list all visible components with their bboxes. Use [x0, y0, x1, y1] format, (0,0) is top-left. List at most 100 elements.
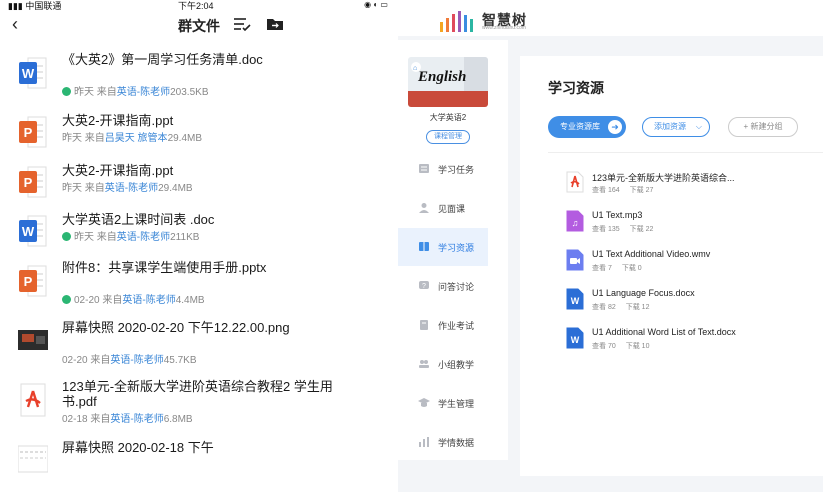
sidebar-item[interactable]: 学习任务 — [398, 150, 488, 188]
file-size: 29.4MB — [158, 183, 193, 194]
downloaded-check-icon — [62, 295, 71, 304]
file-source[interactable]: 吕昊天 旅管本 — [105, 133, 168, 144]
svg-text:P: P — [24, 175, 33, 190]
sidebar: English ⌂ 大学英语2 课程管理 学习任务 见面课 学习资源? 问答讨论 作业考… — [398, 40, 508, 460]
svg-text:W: W — [22, 224, 35, 239]
downloaded-check-icon — [62, 87, 71, 96]
resource-meta: 查看 164 下载 27 — [592, 185, 663, 195]
file-date: 昨天 来自 — [74, 232, 117, 243]
svg-text:P: P — [24, 274, 33, 289]
word-file-icon: W — [19, 57, 47, 89]
phone-screen: ▮▮▮ 中国联通 下午2:04 ◉ ◐ ▭ ‹ 群文件 W 《大英2》第一周学习任… — [0, 0, 398, 492]
resource-row[interactable]: U1 Text Additional Video.wmv 查看 7 下载 0 — [566, 249, 816, 279]
file-date: 昨天 来自 — [62, 183, 105, 194]
sidebar-item[interactable]: 学生管理 — [398, 384, 488, 422]
resource-downloads: 下载 12 — [625, 304, 650, 311]
word-file-icon: W — [19, 215, 47, 247]
file-size: 29.4MB — [167, 133, 203, 144]
sidebar-item[interactable]: ? 问答讨论 — [398, 267, 488, 305]
svg-text:P: P — [24, 125, 33, 140]
resource-row[interactable]: ♫ U1 Text.mp3 查看 135 下载 22 — [566, 210, 816, 240]
logo-subtext: www.zhihuishu.com — [482, 25, 526, 31]
file-name: 《大英2》第一周学习任务清单.doc — [62, 52, 263, 67]
exam-icon — [420, 320, 428, 330]
course-cover-image[interactable]: English ⌂ — [408, 57, 488, 107]
sidebar-item-label: 小组教学 — [438, 360, 475, 370]
folder-icon[interactable] — [266, 16, 284, 32]
file-source[interactable]: 英语-陈老师 — [117, 87, 170, 98]
signal-icon: ▮▮▮ — [8, 1, 26, 11]
file-meta: 昨天 来自英语-陈老师203.5KB — [62, 83, 209, 98]
group-icon — [419, 360, 429, 368]
resource-name[interactable]: U1 Text.mp3 — [592, 210, 642, 220]
file-size: 203.5KB — [170, 87, 209, 98]
course-manage-button[interactable]: 课程管理 — [426, 130, 470, 144]
file-name: 屏幕快照 2020-02-20 下午12.22.00.png — [62, 320, 290, 335]
page-title: 群文件 — [178, 18, 220, 34]
pdf-file-icon — [20, 383, 46, 417]
audio-file-icon: ♫ — [566, 210, 584, 232]
arrow-right-icon: ➜ — [608, 120, 622, 134]
file-size: 6.8MB — [163, 414, 193, 425]
file-row[interactable]: W 《大英2》第一周学习任务清单.doc 昨天 来自英语-陈老师203.5KB — [0, 52, 398, 110]
file-source[interactable]: 英语-陈老师 — [110, 355, 163, 366]
file-name: 附件8：共享课学生端使用手册.pptx — [62, 260, 267, 275]
sidebar-item[interactable]: 小组教学 — [398, 345, 488, 383]
file-date: 02-20 来自 — [62, 355, 111, 366]
resource-row[interactable]: W U1 Language Focus.docx 查看 82 下载 12 — [566, 288, 816, 318]
pdf-file-icon — [566, 171, 584, 193]
file-meta: 02-20 来自英语-陈老师45.7KB — [62, 351, 197, 366]
resource-downloads: 下载 10 — [625, 343, 650, 350]
web-screen: 智慧树 www.zhihuishu.com English ⌂ 大学英语2 课程… — [398, 0, 823, 492]
resource-row[interactable]: 123单元-全新版大学进阶英语综合... 查看 164 下载 27 — [566, 171, 816, 201]
resource-name[interactable]: U1 Text Additional Video.wmv — [592, 249, 710, 259]
file-size: 45.7KB — [163, 355, 197, 366]
student-icon — [418, 398, 430, 407]
svg-text:W: W — [571, 335, 580, 345]
file-row[interactable]: 123单元-全新版大学进阶英语综合教程2 学生用书.pdf 02-18 来自英语-… — [0, 379, 398, 437]
resource-name[interactable]: U1 Language Focus.docx — [592, 288, 695, 298]
resource-row[interactable]: W U1 Additional Word List of Text.docx 查看 … — [566, 327, 816, 357]
file-size: 211KB — [170, 232, 200, 243]
resource-meta: 查看 70 下载 10 — [592, 341, 659, 351]
new-group-button[interactable]: + 新建分组 — [728, 117, 798, 137]
file-row[interactable]: 屏幕快照 2020-02-20 下午12.22.00.png 02-20 来自英语… — [0, 320, 398, 378]
file-name: 大学英语2上课时间表 .doc — [62, 212, 215, 227]
file-source[interactable]: 英语-陈老师 — [105, 183, 158, 194]
file-row[interactable]: 屏幕快照 2020-02-18 下午 — [0, 440, 398, 492]
file-source[interactable]: 英语-陈老师 — [117, 232, 170, 243]
sidebar-item[interactable]: 学情数据 — [398, 423, 488, 461]
sidebar-item[interactable]: 见面课 — [398, 189, 488, 227]
chart-icon — [419, 437, 429, 447]
resource-views: 查看 7 — [592, 265, 612, 272]
file-source[interactable]: 英语-陈老师 — [110, 414, 163, 425]
sidebar-item[interactable]: 学习资源 — [398, 228, 488, 266]
resource-library-button[interactable]: 专业资源库 ➜ — [548, 116, 626, 138]
file-row[interactable]: P 附件8：共享课学生端使用手册.pptx 02-20 来自英语-陈老师4.4MB — [0, 260, 398, 318]
ppt-file-icon: P — [19, 116, 47, 148]
sidebar-item[interactable]: 作业考试 — [398, 306, 488, 344]
resource-views: 查看 135 — [592, 226, 620, 233]
person-icon — [419, 203, 429, 213]
svg-text:W: W — [571, 296, 580, 306]
file-meta: 昨天 来自英语-陈老师29.4MB — [62, 179, 193, 194]
add-resource-button[interactable]: 添加资源 ⌵ — [642, 117, 710, 137]
file-source[interactable]: 英语-陈老师 — [122, 295, 175, 306]
image-thumbnail-icon — [18, 330, 48, 350]
sidebar-item-label: 学习资源 — [438, 243, 475, 253]
file-name: 大英2-开课指南.ppt — [62, 113, 174, 128]
resource-meta: 查看 82 下载 12 — [592, 302, 659, 312]
file-name: 大英2-开课指南.ppt — [62, 163, 174, 178]
task-icon — [419, 164, 429, 173]
file-meta: 02-18 来自英语-陈老师6.8MB — [62, 410, 193, 425]
resource-meta: 查看 135 下载 22 — [592, 224, 663, 234]
svg-text:W: W — [22, 66, 35, 81]
select-list-icon[interactable] — [233, 16, 251, 32]
file-meta: 昨天 来自吕昊天 旅管本29.4MB — [62, 129, 202, 144]
resource-name[interactable]: 123单元-全新版大学进阶英语综合... — [592, 171, 735, 184]
resource-views: 查看 164 — [592, 187, 620, 194]
resource-name[interactable]: U1 Additional Word List of Text.docx — [592, 327, 736, 337]
chat-icon: ? — [419, 281, 429, 290]
course-cover-text: English — [417, 69, 466, 85]
carrier-label: ▮▮▮ 中国联通 — [8, 1, 62, 11]
